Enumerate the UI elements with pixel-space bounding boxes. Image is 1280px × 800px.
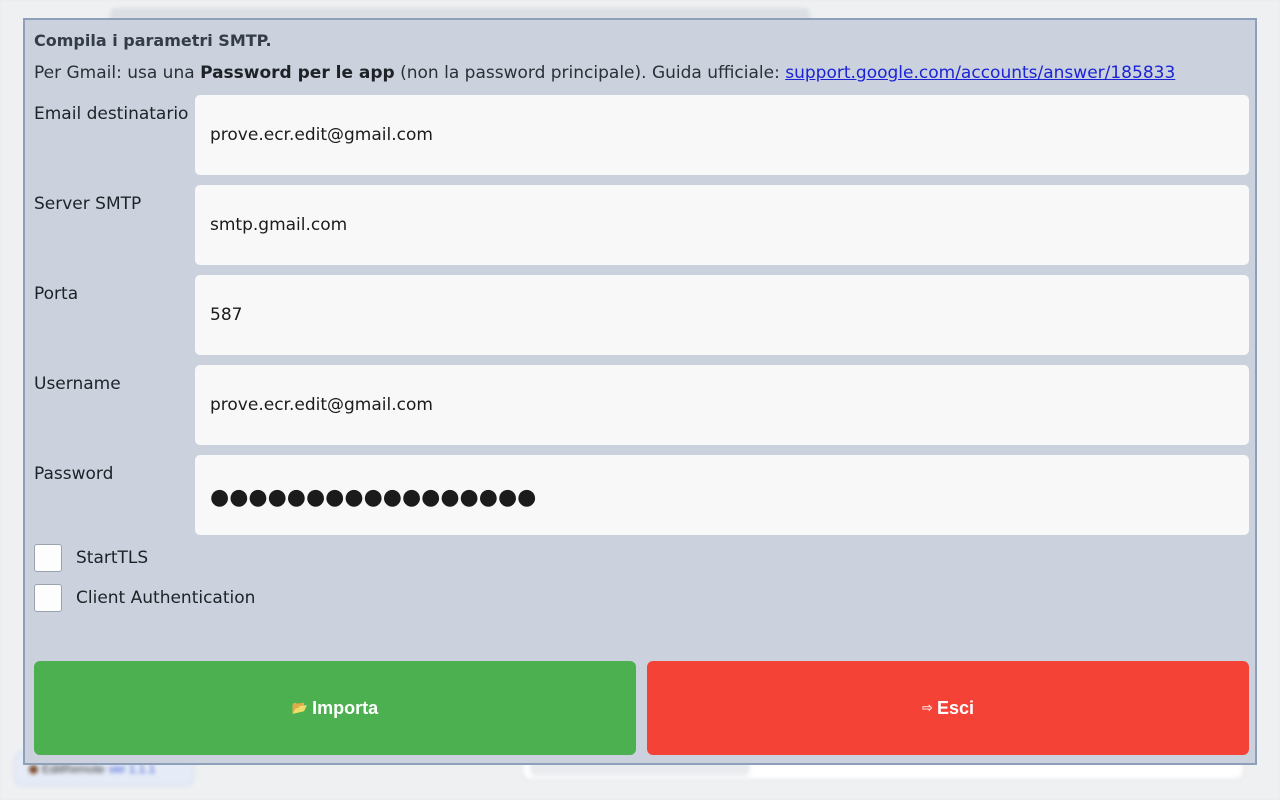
port-row: Porta xyxy=(34,275,1249,355)
password-field[interactable] xyxy=(195,455,1249,535)
starttls-label: StartTLS xyxy=(76,548,149,568)
port-field[interactable] xyxy=(195,275,1249,355)
import-button-label: Importa xyxy=(312,697,379,718)
exit-icon: ⇨ xyxy=(922,700,933,716)
google-help-link[interactable]: support.google.com/accounts/answer/18583… xyxy=(785,63,1175,83)
app-logo-icon xyxy=(29,764,38,774)
email-row: Email destinatario xyxy=(34,95,1249,175)
username-field[interactable] xyxy=(195,365,1249,445)
exit-button-label: Esci xyxy=(936,697,974,718)
smtp-settings-dialog: Compila i parametri SMTP. Per Gmail: usa… xyxy=(23,18,1257,765)
client-auth-label: Client Authentication xyxy=(76,588,256,608)
password-label: Password xyxy=(34,464,114,484)
hint-prefix: Per Gmail: usa una xyxy=(34,63,201,83)
client-auth-checkbox[interactable] xyxy=(34,584,62,612)
starttls-checkbox[interactable] xyxy=(34,544,62,572)
email-label: Email destinatario xyxy=(34,104,189,124)
hint-bold: Password per le app xyxy=(200,63,395,83)
email-field[interactable] xyxy=(195,95,1249,175)
dialog-title: Compila i parametri SMTP. xyxy=(34,31,272,50)
folder-icon: 📂 xyxy=(291,700,309,716)
server-row: Server SMTP xyxy=(34,185,1249,265)
username-label: Username xyxy=(34,374,121,394)
import-button[interactable]: 📂 Importa xyxy=(34,661,636,755)
starttls-option[interactable]: StartTLS xyxy=(34,543,148,573)
password-row: Password xyxy=(34,455,1249,535)
server-field[interactable] xyxy=(195,185,1249,265)
hint-middle: (non la password principale). Guida uffi… xyxy=(394,63,786,83)
port-label: Porta xyxy=(34,284,79,304)
client-auth-option[interactable]: Client Authentication xyxy=(34,583,255,613)
gmail-hint: Per Gmail: usa una Password per le app (… xyxy=(34,63,1175,83)
username-row: Username xyxy=(34,365,1249,445)
server-label: Server SMTP xyxy=(34,194,142,214)
exit-button[interactable]: ⇨ Esci xyxy=(647,661,1249,755)
